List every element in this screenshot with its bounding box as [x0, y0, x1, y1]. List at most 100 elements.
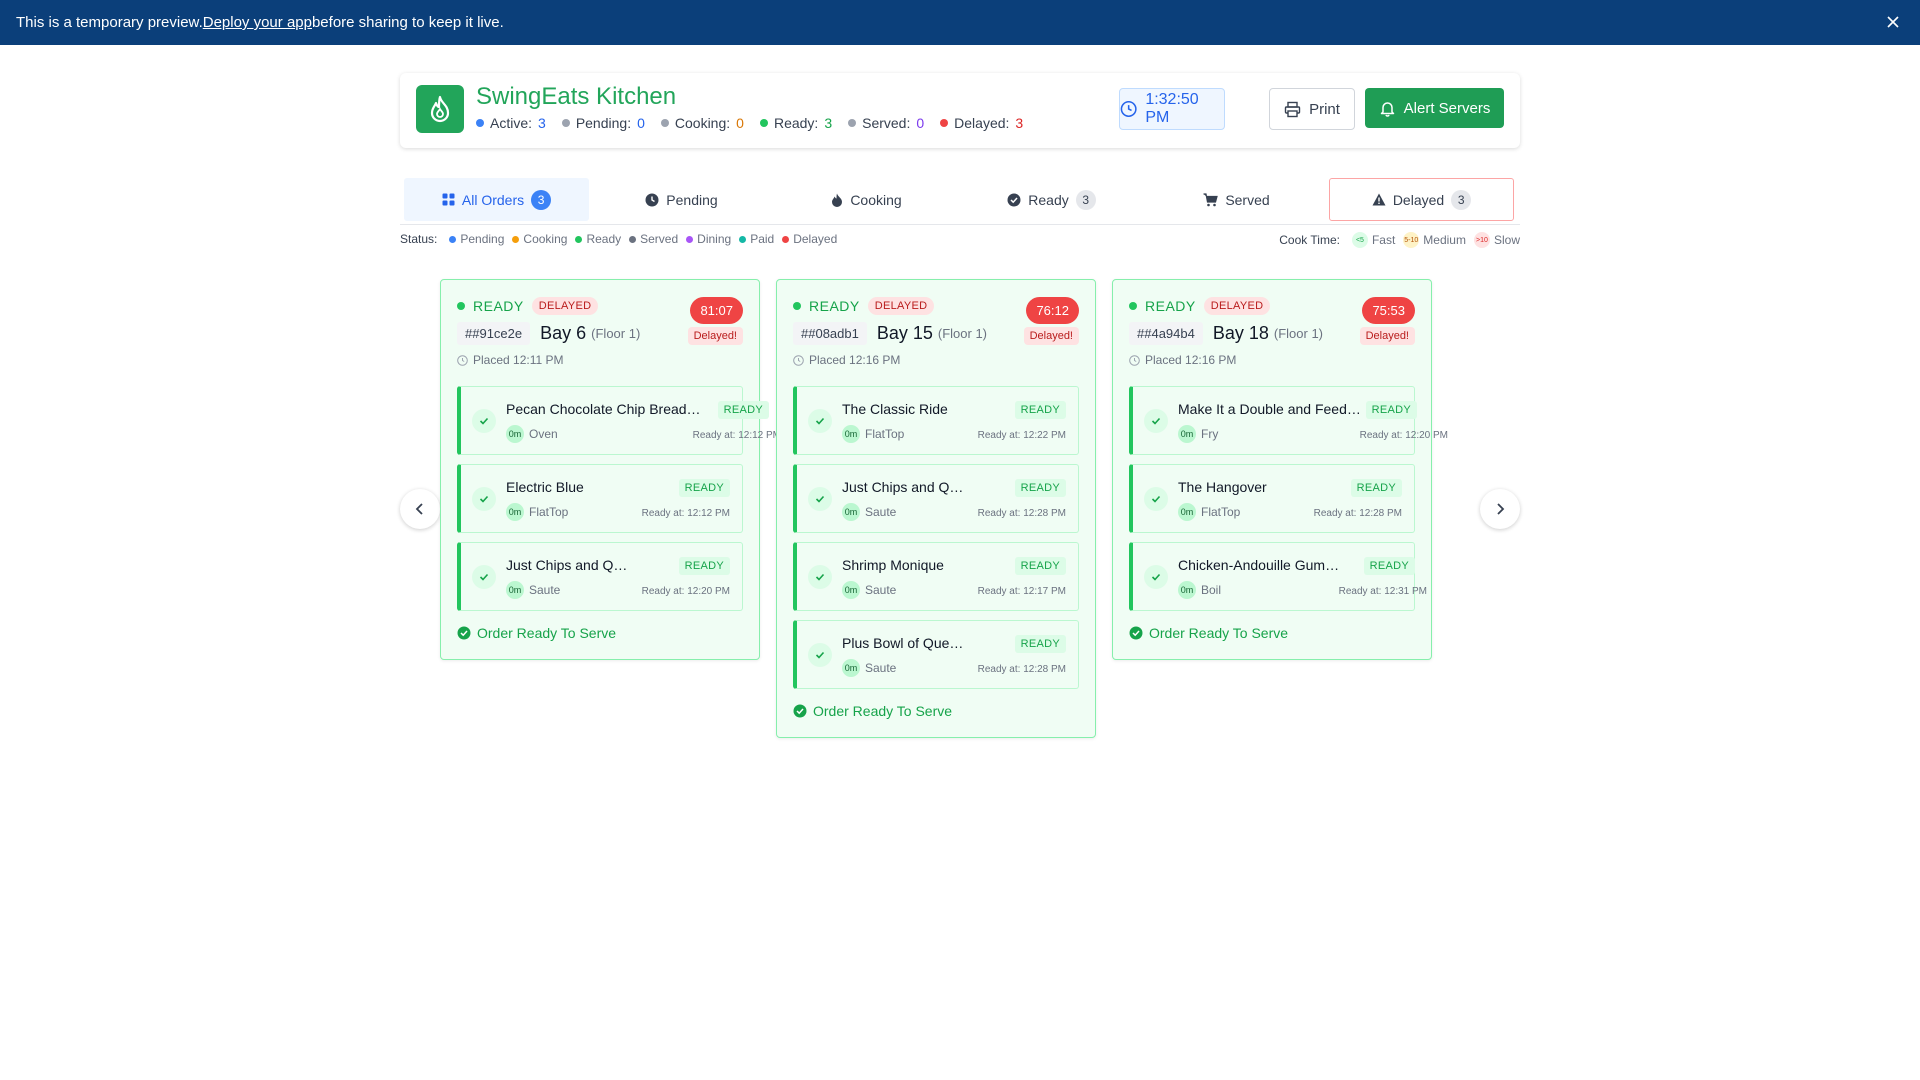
stat-value: 3: [1015, 115, 1024, 131]
item-status-badge: READY: [717, 401, 769, 419]
check-icon[interactable]: [808, 643, 832, 667]
alert-servers-button[interactable]: Alert Servers: [1365, 88, 1504, 128]
order-item[interactable]: Make It a Double and Feed… 0m Fry READY Read…: [1129, 386, 1448, 455]
cook-time-legend-label: Slow: [1493, 233, 1520, 247]
legend-status-cooking: Cooking: [512, 232, 567, 246]
item-meta: 0m Boil: [1178, 581, 1221, 599]
carousel-prev-button[interactable]: [400, 489, 440, 529]
tab-ready[interactable]: Ready 3: [959, 178, 1144, 221]
legend-dot: [739, 235, 747, 243]
tab-all-orders[interactable]: All Orders 3: [404, 178, 589, 221]
order-card[interactable]: READY DELAYED 76:12 Delayed! ##08adb1 Bay 15 (…: [776, 279, 1096, 738]
check-icon[interactable]: [472, 565, 496, 589]
kitchen-header: SwingEats Kitchen Active: 3 Pending: 0 Cooki…: [400, 73, 1520, 148]
order-item[interactable]: The Hangover 0m FlatTop READY Ready at: 12:2…: [1129, 464, 1415, 533]
order-item[interactable]: Chicken-Andouille Gum… 0m Boil READY Ready a…: [1129, 542, 1427, 611]
order-status-label: READY: [1145, 298, 1196, 314]
print-button[interactable]: Print: [1269, 88, 1355, 130]
cook-time-legend: Cook Time: <5 Fast 5-10 Medium >10 Slow: [1279, 232, 1520, 248]
order-timer: 76:12: [1026, 297, 1079, 324]
legend-status-delayed: Delayed: [782, 232, 837, 246]
order-status: READY DELAYED: [1129, 297, 1271, 315]
item-name: Make It a Double and Feed…: [1178, 401, 1361, 417]
order-item[interactable]: Plus Bowl of Que… 0m Saute READY Ready at: 1…: [793, 620, 1079, 689]
footer-text: Order Ready To Serve: [813, 703, 953, 719]
check-icon[interactable]: [472, 487, 496, 511]
delayed-tag: Delayed!: [1359, 327, 1415, 345]
delayed-badge: DELAYED: [867, 297, 935, 315]
legend-status-label: Cooking: [523, 232, 568, 246]
flame-logo-icon: [416, 85, 464, 133]
order-item[interactable]: Pecan Chocolate Chip Bread… 0m Oven READY Re…: [457, 386, 781, 455]
tab-delayed[interactable]: Delayed 3: [1329, 178, 1514, 221]
legend-dot: [686, 235, 694, 243]
order-item[interactable]: The Classic Ride 0m FlatTop READY Ready at: …: [793, 386, 1079, 455]
order-card[interactable]: READY DELAYED 75:53 Delayed! ##4a94b4 Bay 18 (…: [1112, 279, 1448, 660]
check-icon[interactable]: [472, 409, 496, 433]
legend-status-ready: Ready: [575, 232, 621, 246]
stat-4: Served: 0: [848, 115, 924, 131]
order-item[interactable]: Shrimp Monique 0m Saute READY Ready at: 12:1…: [793, 542, 1079, 611]
check-circle-icon: [1007, 193, 1021, 207]
order-placed-time: Placed 12:16 PM: [793, 353, 900, 367]
print-label: Print: [1309, 100, 1340, 118]
item-status-badge: READY: [1014, 479, 1066, 497]
order-ready-footer: Order Ready To Serve: [1129, 625, 1288, 641]
check-icon[interactable]: [808, 487, 832, 511]
check-icon[interactable]: [808, 565, 832, 589]
item-station: FlatTop: [1201, 505, 1241, 519]
item-station: Saute: [865, 661, 897, 675]
cook-minutes-badge: 0m: [1178, 503, 1196, 521]
check-icon[interactable]: [1144, 409, 1168, 433]
printer-icon: [1284, 101, 1301, 117]
tab-served[interactable]: Served: [1144, 178, 1329, 221]
tab-cooking[interactable]: Cooking: [774, 178, 959, 221]
status-legend: Status: Pending Cooking Ready Served Dining P…: [400, 232, 837, 246]
status-dot: [793, 302, 801, 310]
carousel-next-button[interactable]: [1480, 489, 1520, 529]
order-id: ##4a94b4: [1129, 322, 1203, 345]
order-timer: 81:07: [690, 297, 743, 324]
cook-time-badge: >10: [1473, 232, 1490, 248]
item-meta: 0m Saute: [506, 581, 560, 599]
item-station: Oven: [529, 427, 558, 441]
item-meta: 0m FlatTop: [1178, 503, 1240, 521]
item-ready-at: Ready at: 12:20 PM: [641, 586, 730, 597]
check-icon[interactable]: [808, 409, 832, 433]
footer-text: Order Ready To Serve: [477, 625, 617, 641]
close-icon[interactable]: [1882, 11, 1904, 33]
cook-minutes-badge: 0m: [842, 503, 860, 521]
order-bay: Bay 15: [876, 323, 933, 343]
order-bay: Bay 18: [1212, 323, 1269, 343]
item-station: Fry: [1201, 427, 1219, 441]
cook-minutes-badge: 0m: [1178, 581, 1196, 599]
tab-pending[interactable]: Pending: [589, 178, 774, 221]
deploy-link[interactable]: Deploy your app: [203, 14, 312, 31]
stat-value: 0: [736, 115, 744, 131]
delayed-badge: DELAYED: [531, 297, 599, 315]
tab-label: Cooking: [850, 191, 902, 208]
order-card[interactable]: READY DELAYED 81:07 Delayed! ##91ce2e Bay 6 (F…: [440, 279, 781, 660]
legend-cook-medium: 5-10 Medium: [1403, 232, 1466, 248]
cook-time-legend-label: Fast: [1371, 233, 1396, 247]
item-meta: 0m Oven: [506, 425, 558, 443]
stat-value: 0: [916, 115, 925, 131]
tab-label: Delayed: [1392, 191, 1445, 208]
footer-text: Order Ready To Serve: [1149, 625, 1289, 641]
order-item[interactable]: Electric Blue 0m FlatTop READY Ready at: 12:…: [457, 464, 743, 533]
item-status-badge: READY: [678, 479, 730, 497]
clock-icon: [1120, 101, 1137, 117]
item-meta: 0m Saute: [842, 581, 896, 599]
order-item[interactable]: Just Chips and Q… 0m Saute READY Ready at: 1…: [457, 542, 743, 611]
legend-dot: [449, 235, 457, 243]
order-status: READY DELAYED: [457, 297, 599, 315]
stat-5: Delayed: 3: [940, 115, 1023, 131]
stat-0: Active: 3: [476, 115, 546, 131]
order-item[interactable]: Just Chips and Q… 0m Saute READY Ready at: 1…: [793, 464, 1079, 533]
legend-dot: [512, 235, 520, 243]
check-icon[interactable]: [1144, 565, 1168, 589]
check-icon[interactable]: [1144, 487, 1168, 511]
legend-status-label: Ready: [586, 232, 622, 246]
clock-icon: [793, 354, 804, 366]
item-meta: 0m Saute: [842, 503, 896, 521]
